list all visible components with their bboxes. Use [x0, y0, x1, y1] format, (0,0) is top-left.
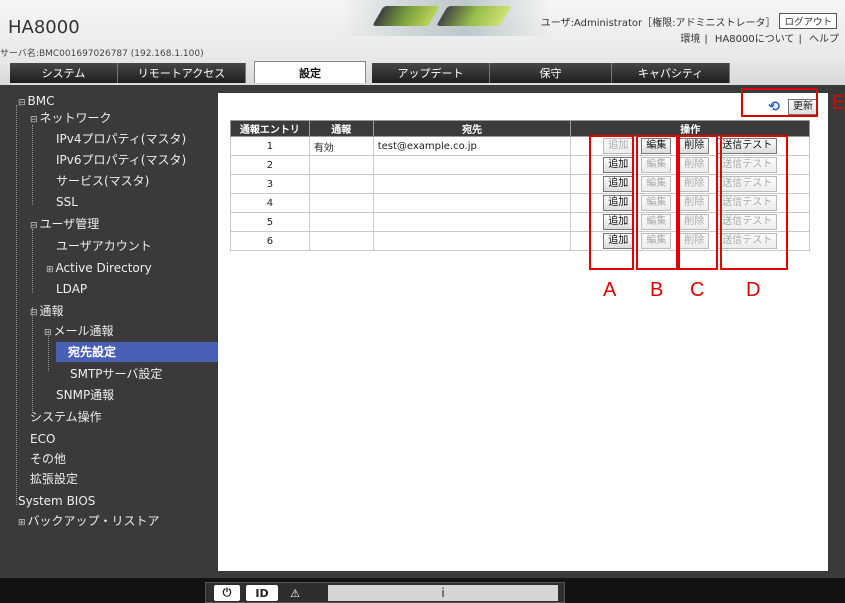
cell-entry: 2 [230, 155, 310, 175]
cell-notify [308, 193, 374, 213]
power-icon[interactable]: ⏻ [214, 585, 240, 601]
annotation-label-a: A [603, 279, 617, 301]
environment-link[interactable]: 環境 [680, 34, 700, 45]
cell-entry: 4 [230, 193, 310, 213]
sidebar-tree: ⊟ BMC ⊟ ネットワーク IPv4プロパティ(マスタ) IPv6プロパティ(マス… [0, 85, 218, 578]
tab-update[interactable]: アップデート [372, 63, 490, 83]
cell-notify [308, 155, 374, 175]
help-link[interactable]: ヘルプ [809, 34, 839, 45]
sidebar-item-user-account[interactable]: ユーザアカウント [56, 236, 152, 256]
cell-entry: 1 [230, 136, 310, 156]
sidebar-item-system-operation[interactable]: システム操作 [30, 407, 102, 427]
cell-destination [372, 212, 572, 232]
column-header-notify: 通報 [308, 120, 374, 137]
sidebar-item-ldap[interactable]: LDAP [56, 279, 87, 299]
sidebar-item-backup-restore[interactable]: ⊞ バックアップ・リストア [18, 511, 160, 531]
cell-notify: 有効 [308, 136, 374, 156]
annotation-box-b [636, 135, 678, 270]
user-info: ユーザ:Administrator［権限:アドミニストレータ］ ログアウト [541, 13, 837, 29]
sidebar-item-smtp-server[interactable]: SMTPサーバ設定 [70, 364, 162, 384]
cell-notify [308, 231, 374, 251]
main-tabs: システム リモートアクセス 設定 アップデート 保守 キャパシティ [0, 61, 845, 85]
user-text: ユーザ:Administrator［権限:アドミニストレータ］ [540, 17, 776, 29]
tab-maintenance[interactable]: 保守 [490, 63, 612, 83]
about-link[interactable]: HA8000について [715, 34, 795, 45]
cell-entry: 3 [230, 174, 310, 194]
alert-icon[interactable]: ⚠ [284, 585, 306, 601]
cell-entry: 6 [230, 231, 310, 251]
sidebar-item-services[interactable]: サービス(マスタ) [56, 171, 149, 191]
cell-entry: 5 [230, 212, 310, 232]
sidebar-item-ssl[interactable]: SSL [56, 192, 78, 212]
sidebar-item-notification[interactable]: ⊟ 通報 [30, 301, 64, 321]
id-led-icon[interactable]: ID [246, 585, 278, 601]
sidebar-item-destination-settings[interactable]: 宛先設定 [56, 342, 218, 362]
tab-system[interactable]: システム [10, 63, 118, 83]
header: HA8000 サーバ名:BMC001697026787 (192.168.1.1… [0, 0, 845, 85]
logout-button[interactable]: ログアウト [779, 13, 837, 29]
annotation-box-a [589, 135, 634, 270]
sidebar-item-other[interactable]: その他 [30, 449, 66, 469]
annotation-box-e [741, 88, 818, 117]
header-links: 環境 | HA8000について | ヘルプ [680, 34, 839, 45]
cell-destination [372, 231, 572, 251]
annotation-label-e: E [832, 92, 845, 114]
content-panel: ⟲ 更新 通報エントリ 通報 宛先 操作 1 有効 test@example.c… [218, 93, 828, 571]
main-frame: ⊟ BMC ⊟ ネットワーク IPv4プロパティ(マスタ) IPv6プロパティ(マス… [0, 85, 845, 578]
annotation-label-d: D [746, 279, 761, 301]
status-bar: ⏻ ID ⚠ i [205, 582, 565, 603]
sidebar-item-ipv6[interactable]: IPv6プロパティ(マスタ) [56, 150, 186, 170]
status-message: i [328, 585, 558, 601]
annotation-label-c: C [690, 279, 705, 301]
annotation-box-c [678, 135, 718, 270]
sidebar-item-eco[interactable]: ECO [30, 429, 55, 449]
annotation-label-b: B [650, 279, 664, 301]
tab-capacity[interactable]: キャパシティ [612, 63, 730, 83]
cell-destination [372, 174, 572, 194]
product-logo: HA8000 [8, 17, 80, 38]
sidebar-item-mail-notification[interactable]: ⊟ メール通報 [44, 321, 114, 341]
footer-bar: ⏻ ID ⚠ i [0, 578, 845, 603]
column-header-entry: 通報エントリ [230, 120, 310, 137]
sidebar-item-system-bios[interactable]: System BIOS [18, 491, 95, 511]
sidebar-item-extended-settings[interactable]: 拡張設定 [30, 469, 78, 489]
annotation-box-d [720, 135, 788, 270]
sidebar-item-network[interactable]: ⊟ ネットワーク [30, 108, 112, 128]
column-header-destination: 宛先 [372, 120, 572, 137]
cell-destination: test@example.co.jp [372, 136, 572, 156]
tab-remote-access[interactable]: リモートアクセス [118, 63, 246, 83]
header-decoration [340, 0, 550, 36]
cell-destination [372, 193, 572, 213]
sidebar-item-user-management[interactable]: ⊟ ユーザ管理 [30, 214, 99, 234]
tab-settings[interactable]: 設定 [254, 61, 366, 83]
cell-destination [372, 155, 572, 175]
cell-notify [308, 212, 374, 232]
server-name: サーバ名:BMC001697026787 (192.168.1.100) [0, 49, 204, 59]
sidebar-item-ipv4[interactable]: IPv4プロパティ(マスタ) [56, 129, 186, 149]
cell-notify [308, 174, 374, 194]
sidebar-item-snmp[interactable]: SNMP通報 [56, 385, 114, 405]
sidebar-item-active-directory[interactable]: ⊞ Active Directory [46, 258, 152, 278]
